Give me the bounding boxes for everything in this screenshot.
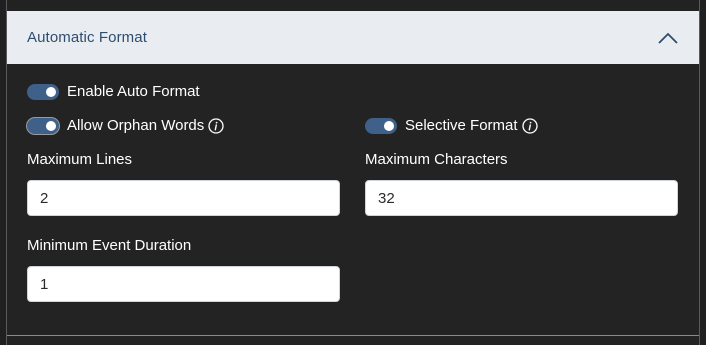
allow-orphan-words-toggle[interactable]: [27, 117, 59, 134]
enable-auto-format-row: Enable Auto Format: [27, 83, 200, 100]
selective-format-toggle[interactable]: [365, 117, 397, 134]
minimum-event-duration-input[interactable]: [27, 266, 340, 302]
enable-auto-format-label: Enable Auto Format: [67, 83, 200, 100]
accordion-header[interactable]: Automatic Format: [7, 11, 699, 64]
allow-orphan-words-row: Allow Orphan Words: [27, 117, 224, 134]
panel-divider: [7, 335, 699, 336]
maximum-lines-label: Maximum Lines: [27, 151, 133, 168]
selective-format-row: Selective Format: [365, 117, 538, 134]
chevron-up-icon[interactable]: [657, 31, 679, 45]
allow-orphan-words-label: Allow Orphan Words: [67, 117, 205, 134]
maximum-characters-label: Maximum Characters: [365, 151, 508, 168]
info-icon[interactable]: [521, 117, 538, 134]
auto-format-panel: Automatic Format Enable Auto Format Allo…: [6, 0, 700, 345]
info-icon[interactable]: [208, 117, 224, 134]
panel-body: Enable Auto Format Allow Orphan Words Se…: [7, 64, 699, 336]
maximum-lines-input[interactable]: [27, 180, 340, 216]
selective-format-label: Selective Format: [405, 117, 518, 134]
panel-top-strip: [7, 0, 699, 11]
enable-auto-format-toggle[interactable]: [27, 83, 59, 100]
maximum-characters-input[interactable]: [365, 180, 678, 216]
panel-title: Automatic Format: [27, 29, 147, 46]
minimum-event-duration-label: Minimum Event Duration: [27, 237, 192, 254]
